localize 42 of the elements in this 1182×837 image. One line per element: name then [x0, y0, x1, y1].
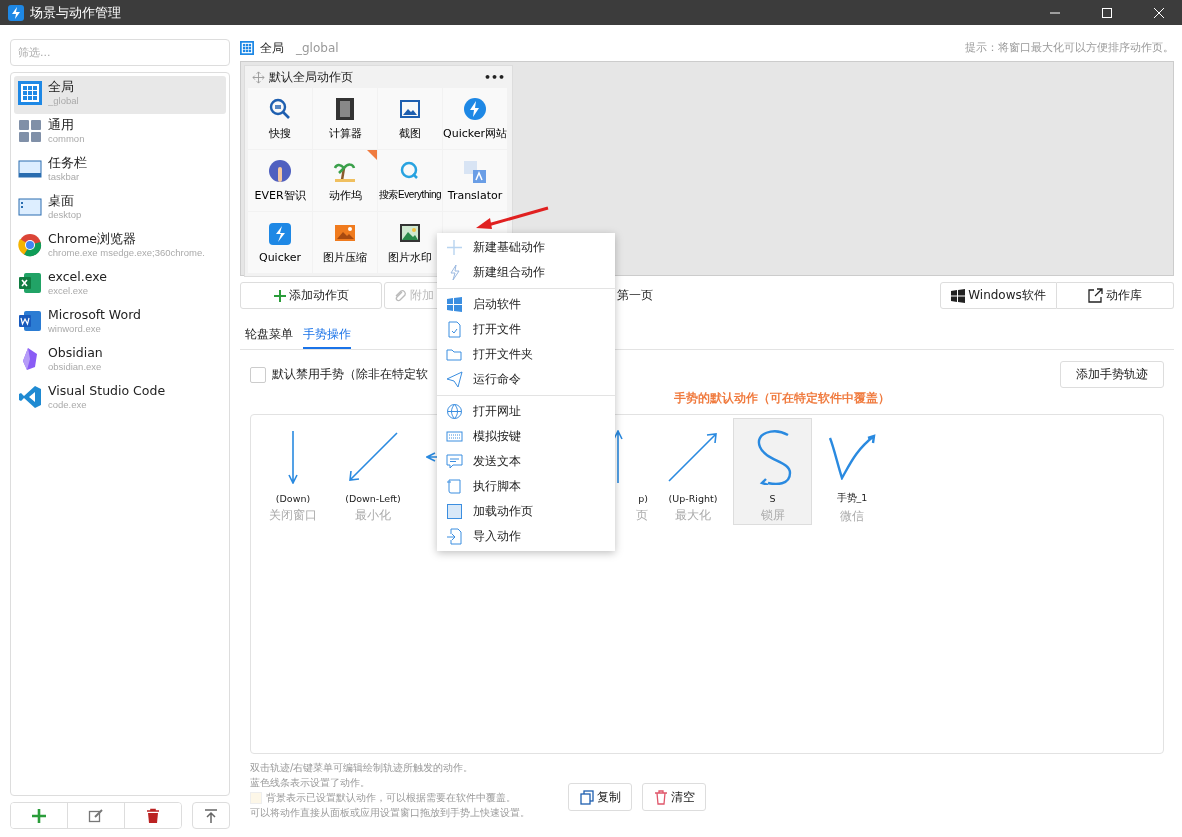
- gesture-action: 锁屏: [760, 508, 785, 523]
- gesture-name: S: [769, 493, 776, 504]
- page-title: 默认全局动作页: [269, 69, 353, 85]
- gesture-action: 页: [636, 508, 648, 523]
- gesture-action: 关闭窗口: [269, 508, 317, 523]
- item-name: 任务栏: [48, 154, 87, 171]
- item-name: 桌面: [48, 192, 75, 209]
- item-process: code.exe: [48, 399, 88, 411]
- gesture-action: 最大化: [675, 508, 711, 523]
- note-text: 背景表示已设置默认动作，可以根据需要在软件中覆盖。: [266, 791, 516, 805]
- item-name: excel.exe: [48, 268, 107, 285]
- item-name: Chrome浏览器: [48, 230, 138, 247]
- scene-title: 全局: [260, 39, 284, 57]
- item-name: Obsidian: [48, 344, 103, 361]
- note-text: 蓝色线条表示设置了动作。: [250, 776, 371, 790]
- gesture-name: 手势_1: [836, 492, 868, 505]
- item-process: desktop: [48, 209, 82, 221]
- gesture-action: 微信: [840, 509, 864, 524]
- gesture-action: 最小化: [355, 508, 391, 523]
- item-process: common: [48, 133, 85, 145]
- checkbox-label: 默认禁用手势（除非在特定软: [272, 366, 428, 383]
- notice-text: 手势的默认动作（可在特定软件中覆盖）: [673, 391, 891, 406]
- item-process: excel.exe: [48, 285, 90, 297]
- item-process: _global: [48, 95, 79, 107]
- item-process: taskbar: [48, 171, 81, 183]
- item-name: 通用: [48, 116, 75, 133]
- item-process: winword.exe: [48, 323, 102, 335]
- scene-code: _global: [296, 41, 339, 55]
- note-text: 双击轨迹/右键菜单可编辑绘制轨迹所触发的动作。: [250, 761, 475, 775]
- gesture-name: (Up-Right): [668, 493, 718, 504]
- hint-text: 提示：将窗口最大化可以方便排序动作页。: [965, 41, 1174, 55]
- gesture-name: (Down-Left): [345, 493, 401, 504]
- gesture-name: (Down): [275, 493, 311, 504]
- item-process: chrome.exe msedge.exe;360chrome.: [48, 247, 205, 259]
- item-name: 全局: [48, 78, 75, 95]
- window-title: 场景与动作管理: [30, 3, 121, 22]
- note-text: 可以将动作直接从面板或应用设置窗口拖放到手势上快速设置。: [250, 806, 531, 820]
- toolbar-text: 第一页: [617, 287, 653, 304]
- gesture-name: p): [638, 493, 648, 504]
- item-name: Microsoft Word: [48, 306, 141, 323]
- item-process: obsidian.exe: [48, 361, 103, 373]
- item-name: Visual Studio Code: [48, 382, 166, 399]
